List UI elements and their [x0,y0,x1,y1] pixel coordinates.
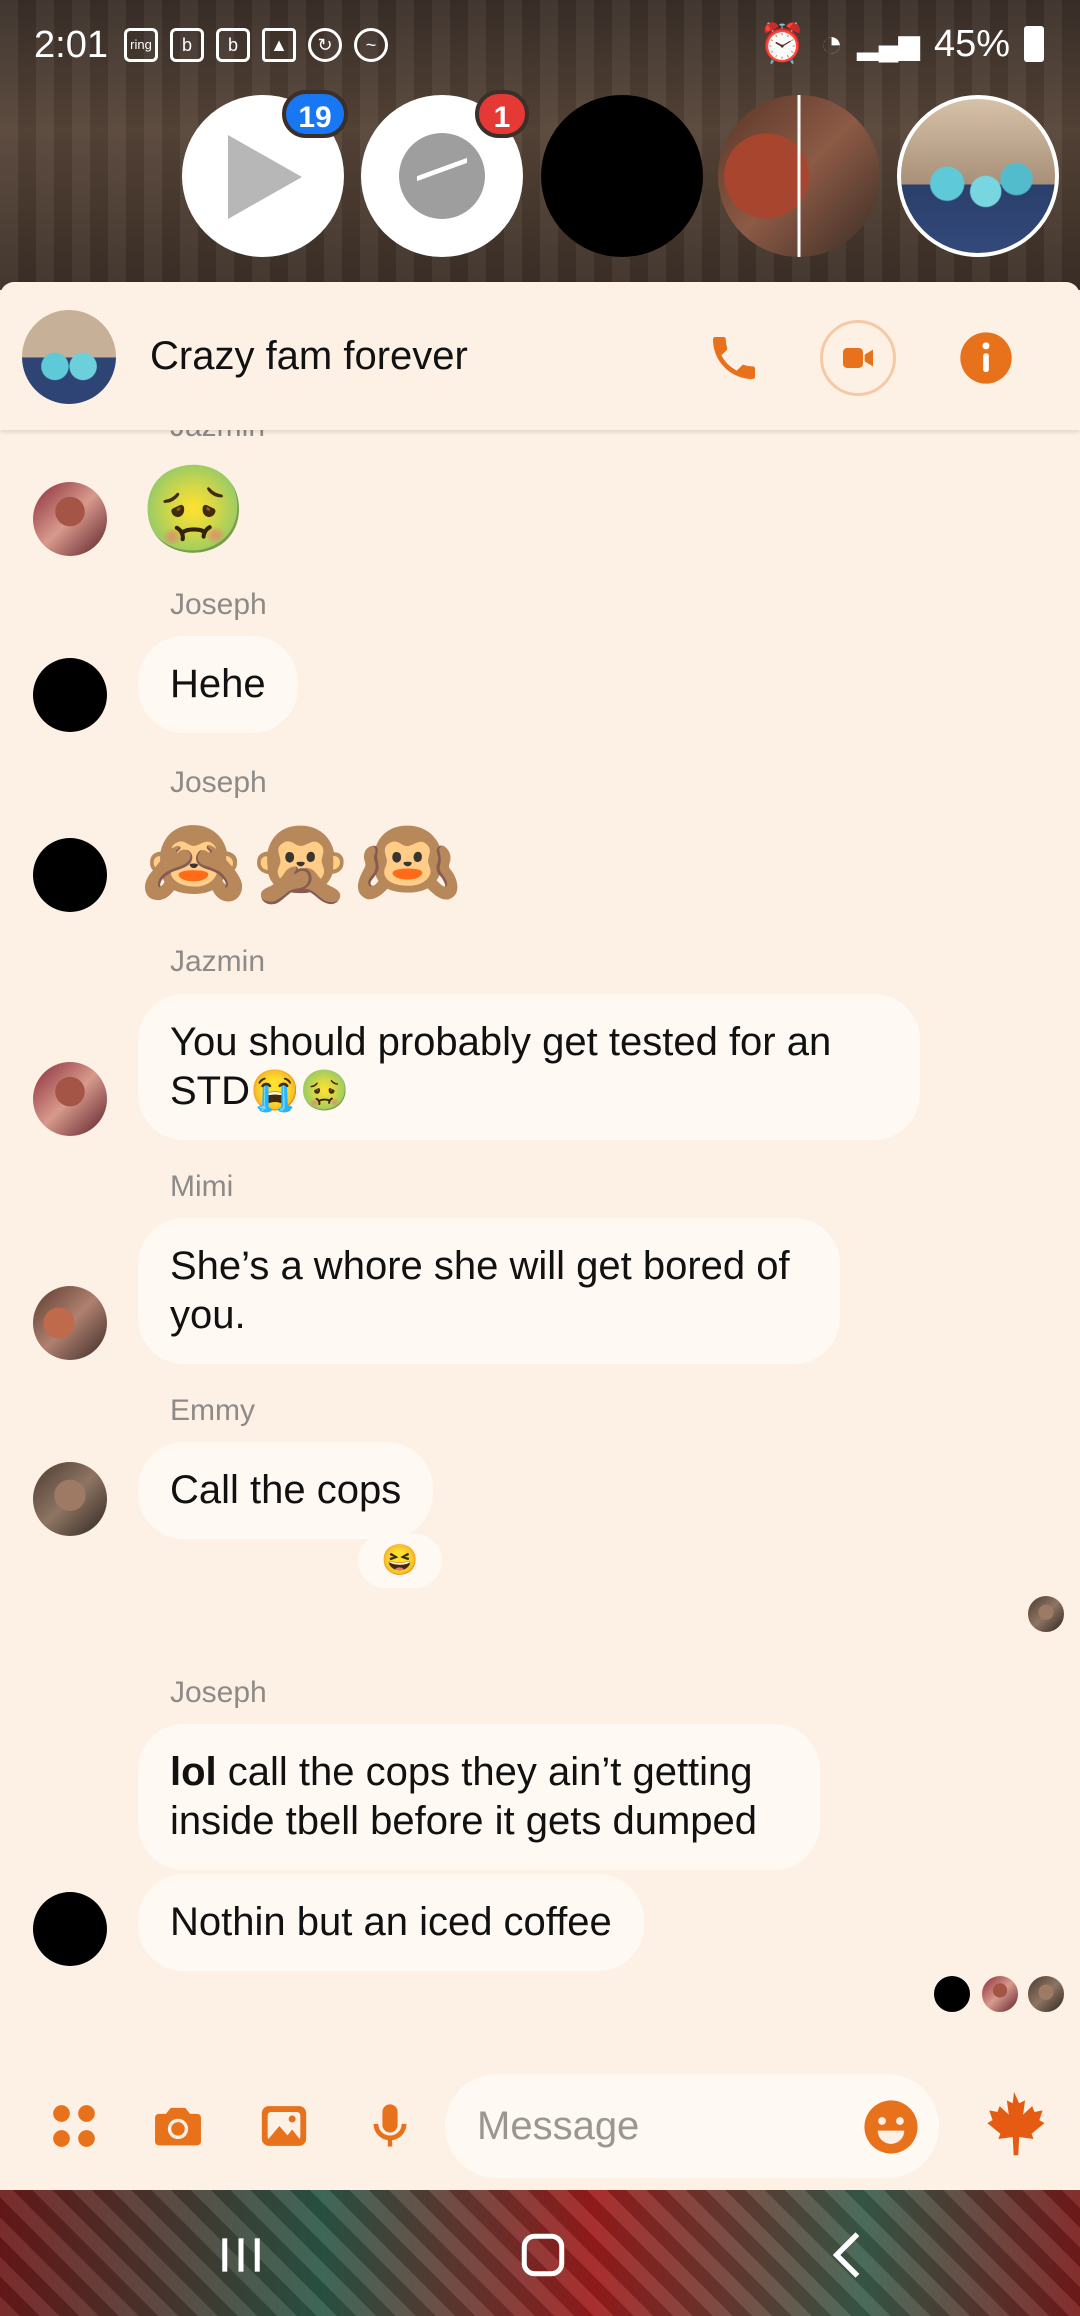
sender-name: Emmy [170,1394,255,1427]
signal-icon: ▂▄▆ [857,28,920,60]
messenger-icon: ~ [354,28,388,62]
status-time: 2:01 [34,24,108,66]
video-call-button[interactable] [820,320,896,396]
sync-icon: ↻ [308,28,342,62]
home-button[interactable] [508,2220,578,2290]
avatar-joseph[interactable] [33,838,107,912]
voice-call-button[interactable] [696,320,772,396]
message-emoji[interactable]: 🙈🙊🙉 [140,812,461,912]
sender-name: Jazmin [170,430,265,444]
chat-heads-row: 19 1 [0,90,1080,379]
voice-message-button[interactable] [358,2094,422,2158]
read-receipt-avatar [1026,1974,1066,2014]
video-camera-icon [843,348,873,368]
recents-button[interactable] [206,2220,276,2290]
image-icon: ▲ [262,28,296,62]
emoji-button[interactable] [862,2098,920,2156]
microphone-icon [373,2104,407,2147]
status-bar: 2:01 ring b b ▲ ↻ ~ ⏰ ◔ ▂▄▆ 45% [0,0,1080,92]
avatar-emmy[interactable] [33,1462,107,1536]
camera-button[interactable] [146,2094,210,2158]
battery-icon [1024,26,1044,62]
phone-icon [713,337,755,379]
ring-app-icon: ring [124,28,158,62]
info-button[interactable] [948,320,1024,396]
message-bold-text: lol [170,1750,217,1794]
smiley-icon [864,2100,918,2154]
message-bubble[interactable]: Nothin but an iced coffee [138,1874,644,1971]
message-emoji[interactable]: 🤢 [140,460,247,560]
back-button[interactable] [812,2220,882,2290]
avatar-joseph[interactable] [33,1892,107,1966]
wifi-icon: ◔ [820,22,844,65]
image-icon [261,2106,307,2146]
gallery-button[interactable] [252,2094,316,2158]
sender-name: Joseph [170,1676,267,1709]
sender-name: Joseph [170,766,267,799]
status-right: ⏰ ◔ ▂▄▆ 45% [759,22,1044,66]
maple-leaf-icon [987,2091,1045,2156]
read-receipt-avatar [932,1974,972,2014]
photo-chat-head[interactable] [718,95,880,257]
notification-icons: ring b b ▲ ↻ ~ [124,28,388,62]
alarm-icon: ⏰ [758,23,807,65]
read-receipt-avatar [980,1974,1020,2014]
reaction-badge[interactable]: 😆 [358,1534,442,1588]
recents-icon [222,2238,260,2272]
message-bubble[interactable]: She’s a whore she will get bored of you. [138,1218,840,1364]
avatar-joseph[interactable] [33,658,107,732]
avatar-jazmin[interactable] [33,1062,107,1136]
contact-chat-head[interactable] [541,95,703,257]
home-icon [521,2233,565,2277]
group-avatar[interactable] [22,310,116,404]
system-nav-bar [0,2190,1080,2316]
sender-name: Jazmin [170,945,266,978]
message-bubble[interactable]: Call the cops [138,1442,434,1539]
message-text: call the cops they ain’t getting inside … [170,1750,758,1843]
group-title[interactable]: Crazy fam forever [150,334,468,379]
battery-percent: 45% [933,22,1010,65]
messenger-badge: 1 [475,90,529,138]
info-icon [960,332,1012,384]
avatar-jazmin[interactable] [33,482,107,556]
play-icon [228,135,302,219]
play-badge: 19 [282,90,348,138]
message-bubble[interactable]: Hehe [138,636,298,733]
four-dots-icon [53,2105,95,2147]
messenger-logo-icon [399,133,485,219]
back-icon [832,2232,860,2278]
b-app-icon: b [170,28,204,62]
more-actions-button[interactable] [42,2094,106,2158]
read-receipt-avatar [1026,1594,1066,1634]
message-bubble[interactable]: lol call the cops they ain’t getting ins… [138,1724,820,1870]
sender-name: Mimi [170,1170,234,1203]
message-bubble[interactable]: You should probably get tested for an ST… [138,994,920,1140]
sender-name: Joseph [170,588,267,621]
chat-header: Crazy fam forever [0,282,1080,430]
message-list[interactable]: Jazmin 🤢 Joseph Hehe Joseph 🙈🙊🙉 Jazmin Y… [0,430,1080,2060]
composer-bar [0,2060,1080,2190]
camera-icon [155,2107,201,2146]
group-chat-head-active[interactable] [897,95,1059,257]
quick-reaction-button[interactable] [974,2091,1054,2158]
avatar-mimi[interactable] [33,1286,107,1360]
b-app-icon-2: b [216,28,250,62]
